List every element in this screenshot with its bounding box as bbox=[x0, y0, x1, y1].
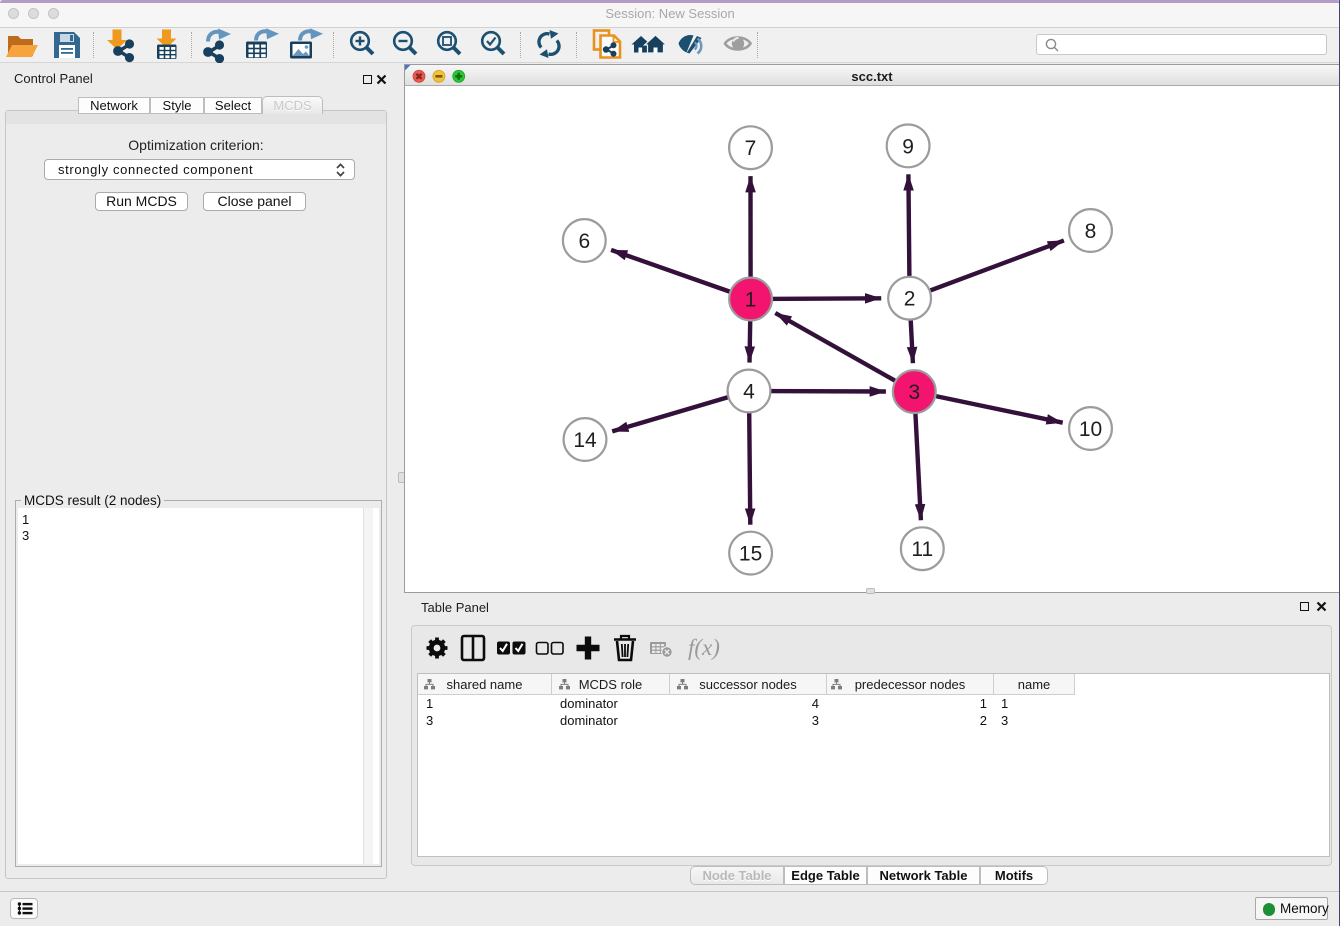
svg-text:8: 8 bbox=[1085, 220, 1097, 243]
svg-text:9: 9 bbox=[902, 135, 914, 158]
svg-text:2: 2 bbox=[904, 288, 916, 311]
svg-text:6: 6 bbox=[578, 230, 590, 253]
svg-text:4: 4 bbox=[743, 381, 755, 404]
svg-text:f(x): f(x) bbox=[688, 635, 720, 660]
svg-text:14: 14 bbox=[573, 429, 597, 452]
svg-text:11: 11 bbox=[911, 538, 933, 561]
svg-text:3: 3 bbox=[908, 381, 920, 404]
svg-text:7: 7 bbox=[745, 137, 757, 160]
svg-text:15: 15 bbox=[739, 543, 762, 566]
svg-text:10: 10 bbox=[1079, 418, 1102, 441]
svg-text:1: 1 bbox=[745, 289, 757, 312]
